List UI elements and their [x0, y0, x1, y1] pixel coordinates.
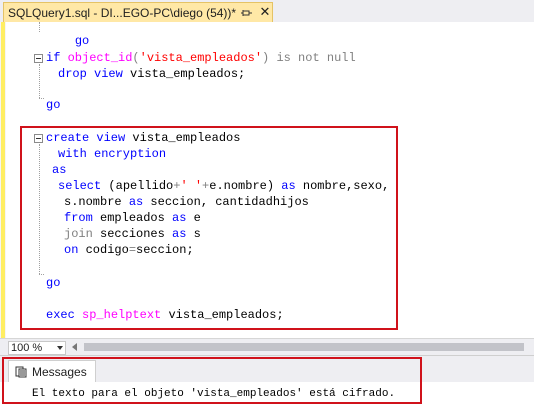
query-tab[interactable]: SQLQuery1.sql - DI...EGO-PC\diego (54))*…	[3, 2, 273, 22]
change-marker	[1, 22, 5, 338]
query-tab-title: SQLQuery1.sql - DI...EGO-PC\diego (54))*	[8, 5, 237, 20]
horizontal-scrollbar-thumb[interactable]	[84, 343, 524, 351]
outline-guide	[39, 64, 40, 98]
sql-editor[interactable]: go if object_id('vista_empleados') is no…	[0, 22, 534, 338]
highlight-box-code	[20, 126, 398, 330]
change-gutter	[0, 22, 6, 338]
outline-guide	[39, 98, 44, 99]
code-line-4: drop view vista_empleados;	[58, 67, 246, 81]
code-line-6: go	[46, 98, 61, 112]
outline-guide	[39, 22, 40, 32]
code-line-3: if object_id('vista_empleados') is not n…	[46, 51, 356, 65]
highlight-box-results	[2, 357, 422, 404]
zoom-value: 100 %	[11, 342, 43, 354]
chevron-down-icon[interactable]	[57, 346, 63, 350]
editor-status-bar: 100 %	[0, 338, 534, 355]
fold-toggle-if[interactable]	[34, 54, 43, 63]
pin-icon[interactable]	[240, 6, 254, 20]
close-icon[interactable]: ✕	[258, 5, 272, 19]
scroll-left-icon[interactable]	[72, 343, 77, 351]
zoom-dropdown[interactable]: 100 %	[8, 341, 66, 355]
